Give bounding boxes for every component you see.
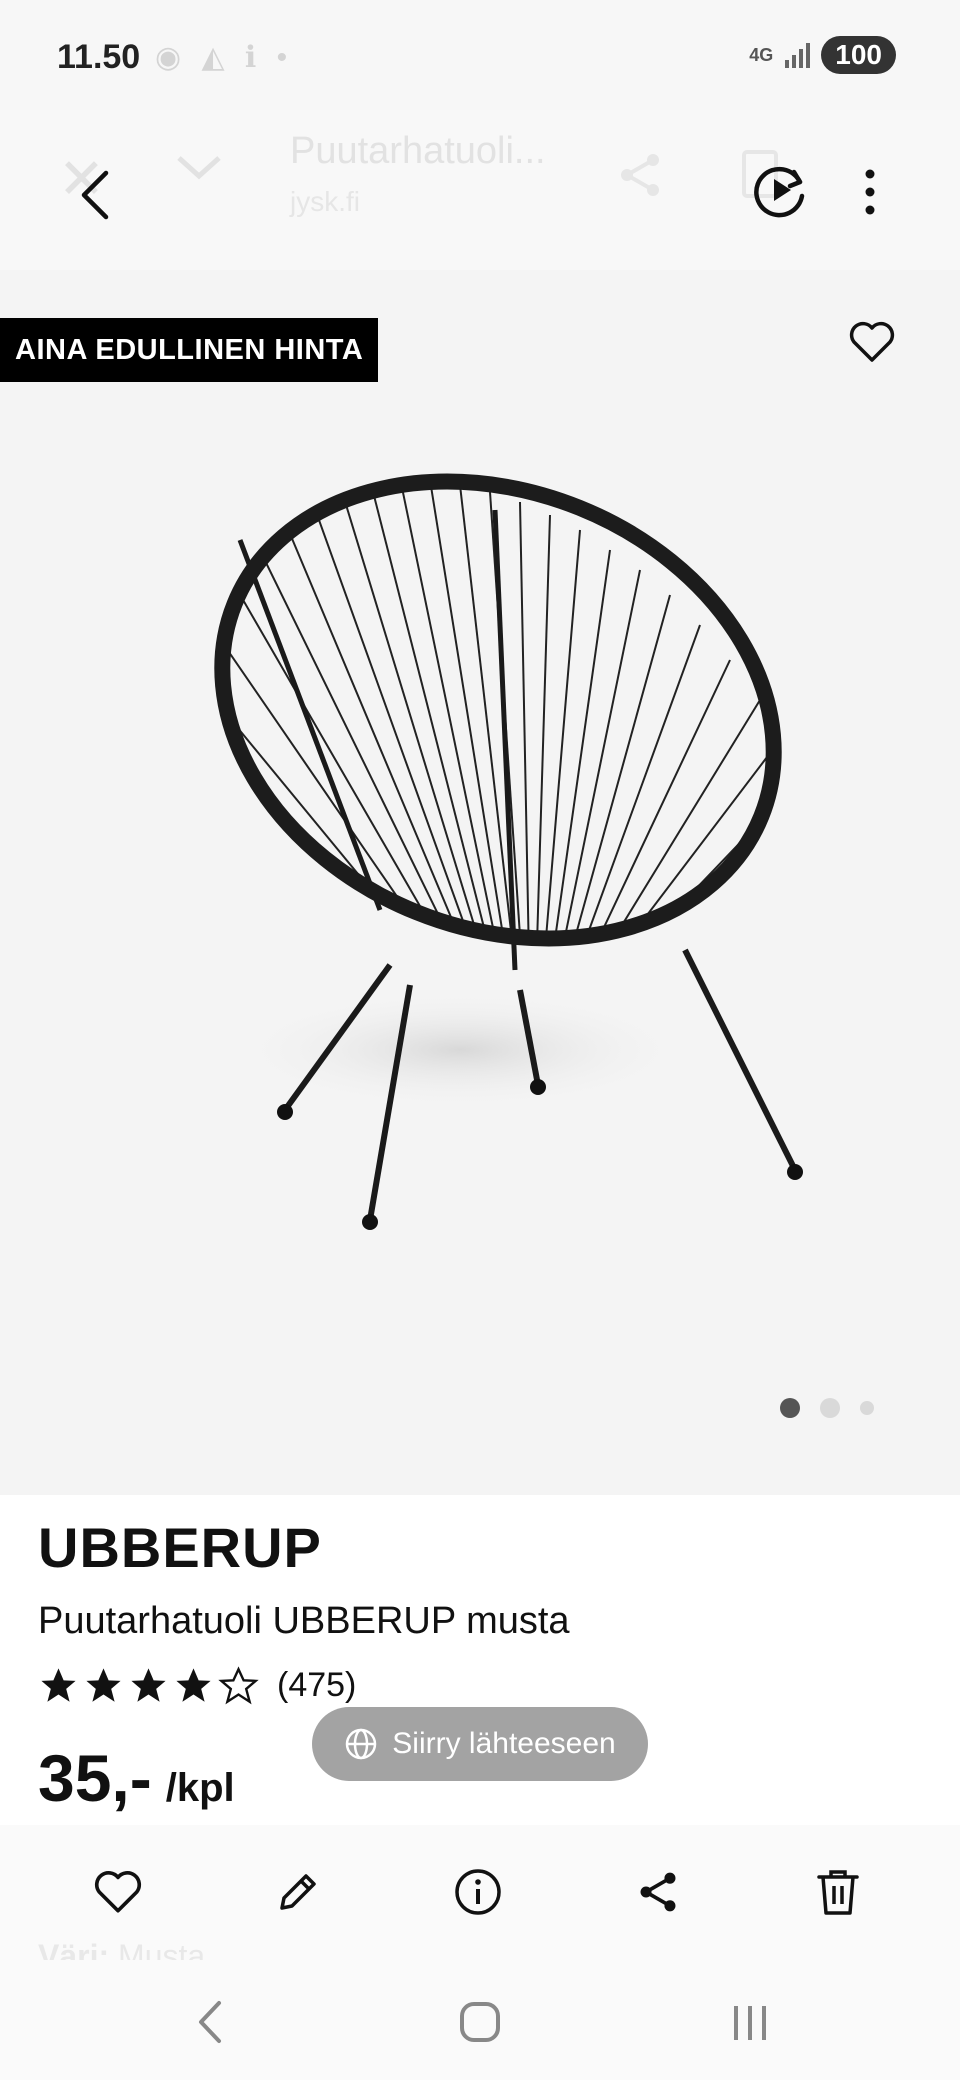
go-to-source-button[interactable]: Siirry lähteeseen [312, 1707, 648, 1781]
battery-indicator: 100 [821, 36, 896, 74]
trash-icon [817, 1870, 859, 1915]
faded-chevron-down-icon [177, 156, 221, 180]
more-options-icon[interactable] [850, 162, 890, 222]
heart-icon [94, 1871, 142, 1913]
edit-button[interactable] [271, 1865, 325, 1919]
status-bar: 11.50 ◉ ◭ ℹ • 4G 100 [0, 0, 960, 110]
nav-home-icon [460, 2002, 500, 2042]
pagination-dot[interactable] [820, 1398, 840, 1418]
chair-image [184, 473, 803, 1230]
image-pagination [780, 1398, 874, 1418]
price-badge: AINA EDULLINEN HINTA [0, 318, 379, 382]
network-label: 4G [749, 45, 774, 65]
status-time: 11.50 [57, 38, 141, 76]
pagination-dot[interactable] [780, 1398, 800, 1418]
system-nav-bar [0, 1960, 960, 2080]
favorite-button[interactable] [91, 1865, 145, 1919]
nav-home-button[interactable] [450, 1992, 510, 2052]
status-right: 4G 100 [749, 36, 896, 74]
faded-page-title: Puutarhatuoli... [290, 130, 546, 172]
share-button[interactable] [631, 1865, 685, 1919]
product-title: Puutarhatuoli UBBERUP musta [38, 1600, 570, 1642]
go-to-source-label: Siirry lähteeseen [392, 1727, 616, 1760]
nav-back-icon [199, 2001, 221, 2043]
nav-recents-button[interactable] [720, 1992, 780, 2052]
signal-icon [785, 43, 811, 68]
chevron-left-icon [81, 170, 109, 220]
nav-back-button[interactable] [180, 1992, 240, 2052]
rating-row[interactable]: (475) [38, 1665, 356, 1706]
pencil-icon [280, 1874, 316, 1910]
back-button[interactable] [70, 160, 120, 230]
info-icon [455, 1869, 501, 1915]
star-filled-icon [176, 1668, 211, 1702]
share-icon [640, 1872, 676, 1912]
faded-toolbar: ✕ Puutarhatuoli... jysk.fi [0, 130, 960, 220]
product-brand: UBBERUP [38, 1516, 322, 1579]
globe-icon [346, 1728, 377, 1760]
star-filled-icon [131, 1668, 166, 1702]
info-button[interactable] [451, 1865, 505, 1919]
rating-count: (475) [277, 1666, 357, 1704]
star-filled-icon [86, 1668, 121, 1702]
star-empty-icon [218, 1666, 259, 1705]
play-media-icon[interactable] [752, 162, 808, 218]
star-filled-icon [41, 1668, 76, 1702]
wishlist-heart-icon[interactable] [848, 320, 896, 364]
notification-icons: ◉ ◭ ℹ • [155, 41, 294, 74]
delete-button[interactable] [811, 1865, 865, 1919]
product-price: 35,- [38, 1741, 152, 1815]
pagination-dot[interactable] [860, 1401, 874, 1415]
faded-page-url: jysk.fi [290, 186, 360, 217]
nav-recents-icon [734, 2006, 766, 2040]
rating-stars [38, 1665, 259, 1706]
faded-share-icon [621, 154, 659, 196]
price-row: 35,- /kpl [38, 1740, 235, 1816]
action-bar: Väri: Musta [0, 1825, 960, 1974]
product-image-gallery[interactable]: AINA EDULLINEN HINTA [0, 270, 960, 1495]
price-unit: /kpl [165, 1766, 235, 1810]
browser-top-bar: ✕ Puutarhatuoli... jysk.fi [0, 110, 960, 270]
